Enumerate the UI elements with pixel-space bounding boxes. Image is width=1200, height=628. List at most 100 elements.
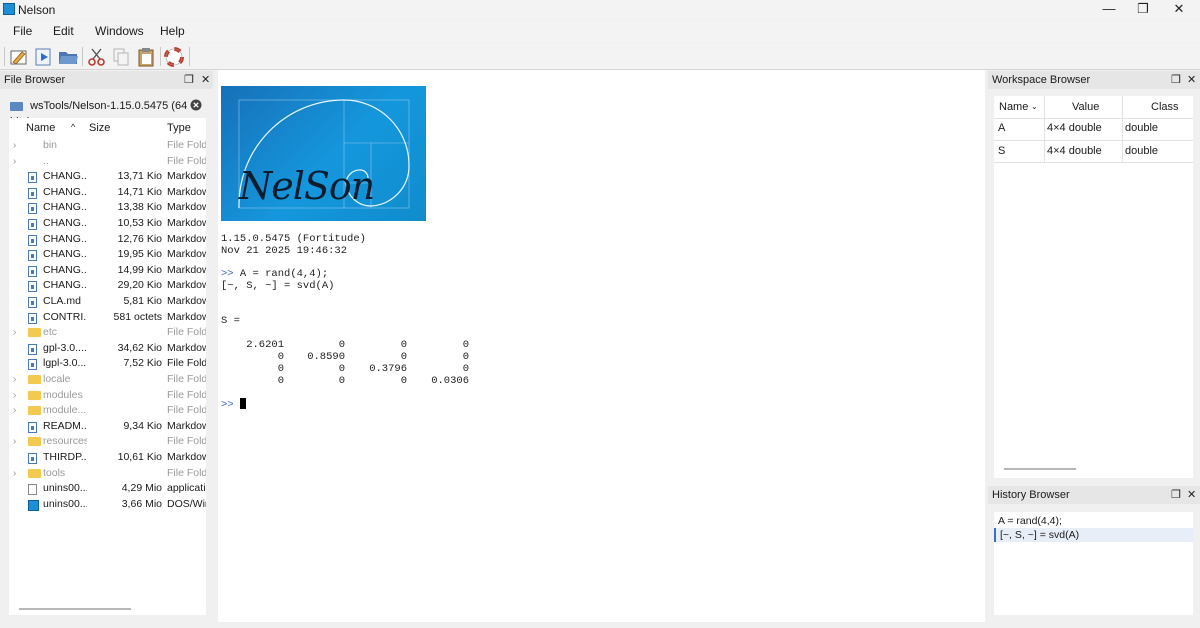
file-icon xyxy=(28,421,37,433)
menu-help[interactable]: Help xyxy=(160,24,185,38)
file-row[interactable]: › module... File Folder xyxy=(9,403,206,419)
float-panel-icon[interactable]: ❐ xyxy=(184,71,194,89)
file-icon xyxy=(28,484,37,496)
file-row[interactable]: ›.. File Folder xyxy=(9,154,206,170)
file-type: Markdown xyxy=(167,295,206,307)
paste-icon[interactable] xyxy=(135,46,157,68)
expand-chevron-icon[interactable]: › xyxy=(13,388,16,404)
float-panel-icon[interactable]: ❐ xyxy=(1171,71,1181,89)
file-row[interactable]: › modules File Folder xyxy=(9,388,206,404)
matrix-cell: 0 xyxy=(338,339,345,351)
copy-icon[interactable] xyxy=(110,46,132,68)
file-row[interactable]: READM... 9,34 Kio Markdown xyxy=(9,419,206,435)
horizontal-scrollbar[interactable] xyxy=(1004,468,1076,470)
file-type: Markdown xyxy=(167,310,206,323)
file-row[interactable]: CLA.md 5,81 Kio Markdown xyxy=(9,294,206,310)
file-type: File Folder xyxy=(167,139,206,151)
column-header-size[interactable]: Size xyxy=(89,122,110,134)
file-row[interactable]: unins00... 4,29 Mio application xyxy=(9,481,206,497)
file-row[interactable]: THIRDP... 10,61 Kio Markdown xyxy=(9,450,206,466)
file-row[interactable]: CHANG... 14,71 Kio Markdown xyxy=(9,185,206,201)
ws-column-class[interactable]: Class xyxy=(1151,96,1179,118)
file-name: CHANG... xyxy=(43,263,87,276)
ws-var-name[interactable]: A xyxy=(998,117,1005,139)
ws-var-class: double xyxy=(1125,122,1159,134)
expand-chevron-icon[interactable]: › xyxy=(13,138,16,154)
file-row[interactable]: CHANG... 13,38 Kio Markdown xyxy=(9,200,206,216)
expand-chevron-icon[interactable]: › xyxy=(13,154,16,170)
file-type: Markdown xyxy=(167,217,206,229)
file-size: 5,81 Kio xyxy=(123,295,162,307)
matrix-cell: 0.8590 xyxy=(307,351,345,363)
prompt: >> xyxy=(221,268,234,280)
folder-icon xyxy=(28,406,41,416)
file-row[interactable]: › locale File Folder xyxy=(9,372,206,388)
folder-icon xyxy=(28,390,41,400)
file-row[interactable]: › bin File Folder xyxy=(9,138,206,154)
help-lifebuoy-icon[interactable] xyxy=(163,46,185,68)
matrix-cell: 0 xyxy=(400,375,407,387)
file-row[interactable]: CHANG... 12,76 Kio Markdown xyxy=(9,232,206,248)
file-size: 14,99 Kio xyxy=(117,263,162,276)
file-row[interactable]: CHANG... 10,53 Kio Markdown xyxy=(9,216,206,232)
folder-icon xyxy=(28,328,41,338)
matrix-cell: 0 xyxy=(462,351,469,363)
expand-chevron-icon[interactable]: › xyxy=(13,466,16,482)
column-header-name[interactable]: Name xyxy=(26,122,55,134)
file-row[interactable]: › tools File Folder xyxy=(9,466,206,482)
file-row[interactable]: CHANG... 19,95 Kio Markdown xyxy=(9,247,206,263)
open-folder-icon[interactable] xyxy=(57,46,79,68)
ws-column-name[interactable]: Name xyxy=(999,96,1028,118)
clear-path-icon[interactable] xyxy=(190,99,202,111)
expand-chevron-icon[interactable]: › xyxy=(13,325,16,341)
file-row[interactable]: CHANG... 29,20 Kio Markdown xyxy=(9,278,206,294)
file-name: unins00... xyxy=(43,482,87,495)
maximize-button[interactable]: ❐ xyxy=(1126,0,1160,19)
file-row[interactable]: › resources File Folder xyxy=(9,434,206,450)
history-item[interactable]: A = rand(4,4); xyxy=(998,514,1062,528)
ws-var-name[interactable]: S xyxy=(998,140,1005,162)
file-browser-path-bar[interactable]: wsTools/Nelson-1.15.0.5475 (64 bits) xyxy=(10,98,206,128)
new-script-icon[interactable] xyxy=(8,46,30,68)
file-type: File Folder xyxy=(167,388,206,401)
history-item-selected[interactable]: [~, S, ~] = svd(A) xyxy=(994,528,1193,542)
input-line[interactable]: >> xyxy=(221,398,246,411)
file-type: Markdown xyxy=(167,201,206,214)
close-panel-icon[interactable]: ✕ xyxy=(1187,71,1196,89)
close-panel-icon[interactable]: ✕ xyxy=(201,71,210,89)
menu-edit[interactable]: Edit xyxy=(53,24,74,38)
file-row[interactable]: lgpl-3.0.... 7,52 Kio File Folder xyxy=(9,356,206,372)
matrix-cell: 0 xyxy=(277,363,284,375)
file-row[interactable]: gpl-3.0.... 34,62 Kio Markdown xyxy=(9,341,206,357)
minimize-button[interactable]: — xyxy=(1092,0,1126,19)
horizontal-scrollbar[interactable] xyxy=(19,608,131,610)
file-icon xyxy=(28,234,37,246)
run-script-icon[interactable] xyxy=(33,46,55,68)
float-panel-icon[interactable]: ❐ xyxy=(1171,486,1181,504)
close-window-button[interactable]: ✕ xyxy=(1162,0,1196,19)
file-type: Markdown xyxy=(167,170,206,183)
matrix-cell: 0 xyxy=(277,351,284,363)
menu-file[interactable]: File xyxy=(13,24,32,38)
expand-chevron-icon[interactable]: › xyxy=(13,403,16,419)
file-row[interactable]: › etc File Folder xyxy=(9,325,206,341)
file-row[interactable]: CHANG... 13,71 Kio Markdown xyxy=(9,169,206,185)
close-panel-icon[interactable]: ✕ xyxy=(1187,486,1196,504)
cut-icon[interactable] xyxy=(86,46,108,68)
ws-column-value[interactable]: Value xyxy=(1072,96,1099,118)
expand-chevron-icon[interactable]: › xyxy=(13,372,16,388)
file-row[interactable]: CONTRI... 581 octets Markdown xyxy=(9,310,206,326)
file-name: READM... xyxy=(43,419,87,432)
nelson-logo: NelSon xyxy=(221,86,426,221)
file-type: Markdown xyxy=(167,419,206,432)
command-console[interactable]: NelSon 1.15.0.5475 (Fortitude) Nov 21 20… xyxy=(218,70,985,622)
expand-chevron-icon[interactable]: › xyxy=(13,434,16,450)
menu-windows[interactable]: Windows xyxy=(95,24,144,38)
file-name: THIRDP... xyxy=(43,451,87,463)
file-type: File Folder xyxy=(167,326,206,339)
file-row[interactable]: unins00... 3,66 Mio DOS/Windows xyxy=(9,497,206,513)
command-line-1: >> A = rand(4,4); xyxy=(221,268,328,280)
column-header-type[interactable]: Type xyxy=(167,122,191,134)
file-type: File Folder xyxy=(167,373,206,385)
file-row[interactable]: CHANG... 14,99 Kio Markdown xyxy=(9,263,206,279)
